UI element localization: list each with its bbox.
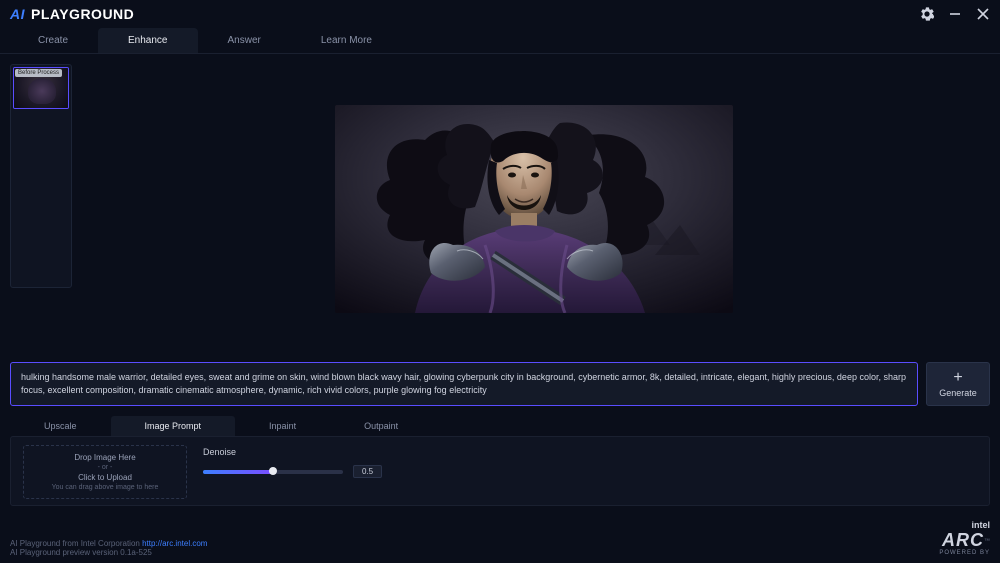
minimize-icon[interactable] [948, 7, 962, 21]
subtab-upscale[interactable]: Upscale [10, 416, 111, 436]
dropzone-line1: Drop Image Here [74, 453, 135, 462]
thumbnail-before[interactable]: Before Process [13, 67, 69, 109]
denoise-value[interactable]: 0.5 [353, 465, 382, 478]
preview-area [78, 64, 990, 354]
app-title: AI PLAYGROUND [10, 6, 134, 22]
tab-learn-more[interactable]: Learn More [291, 28, 402, 53]
denoise-label: Denoise [203, 447, 977, 457]
slider-thumb[interactable] [269, 467, 277, 475]
tab-answer[interactable]: Answer [198, 28, 291, 53]
tm-icon: ™ [984, 538, 990, 544]
denoise-slider[interactable] [203, 470, 343, 474]
gear-icon[interactable] [920, 7, 934, 21]
generate-button[interactable]: + Generate [926, 362, 990, 406]
dropzone-hint: You can drag above image to here [52, 484, 159, 491]
thumb-label: Before Process [15, 69, 62, 77]
prompt-input[interactable]: hulking handsome male warrior, detailed … [10, 362, 918, 406]
title-playground: PLAYGROUND [31, 6, 134, 22]
footer: AI Playground from Intel Corporation htt… [10, 521, 990, 557]
denoise-control: Denoise 0.5 [203, 445, 977, 478]
subtab-inpaint[interactable]: Inpaint [235, 416, 330, 436]
subtab-outpaint[interactable]: Outpaint [330, 416, 432, 436]
image-dropzone[interactable]: Drop Image Here - or - Click to Upload Y… [23, 445, 187, 499]
powered-by: POWERED BY [939, 550, 990, 557]
close-icon[interactable] [976, 7, 990, 21]
arc-logo: intel ARC™ POWERED BY [939, 521, 990, 557]
footer-line1-pre: AI Playground from Intel Corporation [10, 539, 142, 548]
footer-link[interactable]: http://arc.intel.com [142, 539, 207, 548]
preview-image[interactable] [335, 105, 733, 313]
dropzone-line2: - or - [98, 464, 113, 471]
main-tabs: Create Enhance Answer Learn More [0, 28, 1000, 54]
subtab-image-prompt[interactable]: Image Prompt [111, 416, 236, 436]
generate-label: Generate [939, 388, 977, 398]
sub-tabs: Upscale Image Prompt Inpaint Outpaint [0, 406, 1000, 436]
prompt-row: hulking handsome male warrior, detailed … [0, 362, 1000, 406]
arc-text: ARC [942, 530, 984, 550]
settings-panel: Drop Image Here - or - Click to Upload Y… [10, 436, 990, 506]
slider-fill [203, 470, 273, 474]
title-ai: AI [10, 6, 25, 22]
dropzone-line3: Click to Upload [78, 473, 132, 482]
thumbnail-strip: Before Process [10, 64, 72, 288]
footer-line2: AI Playground preview version 0.1a-525 [10, 548, 207, 557]
tab-enhance[interactable]: Enhance [98, 28, 197, 53]
footer-text: AI Playground from Intel Corporation htt… [10, 539, 207, 557]
content-area: Before Process [0, 54, 1000, 358]
plus-icon: + [953, 370, 962, 386]
tab-create[interactable]: Create [8, 28, 98, 53]
titlebar: AI PLAYGROUND [0, 0, 1000, 28]
